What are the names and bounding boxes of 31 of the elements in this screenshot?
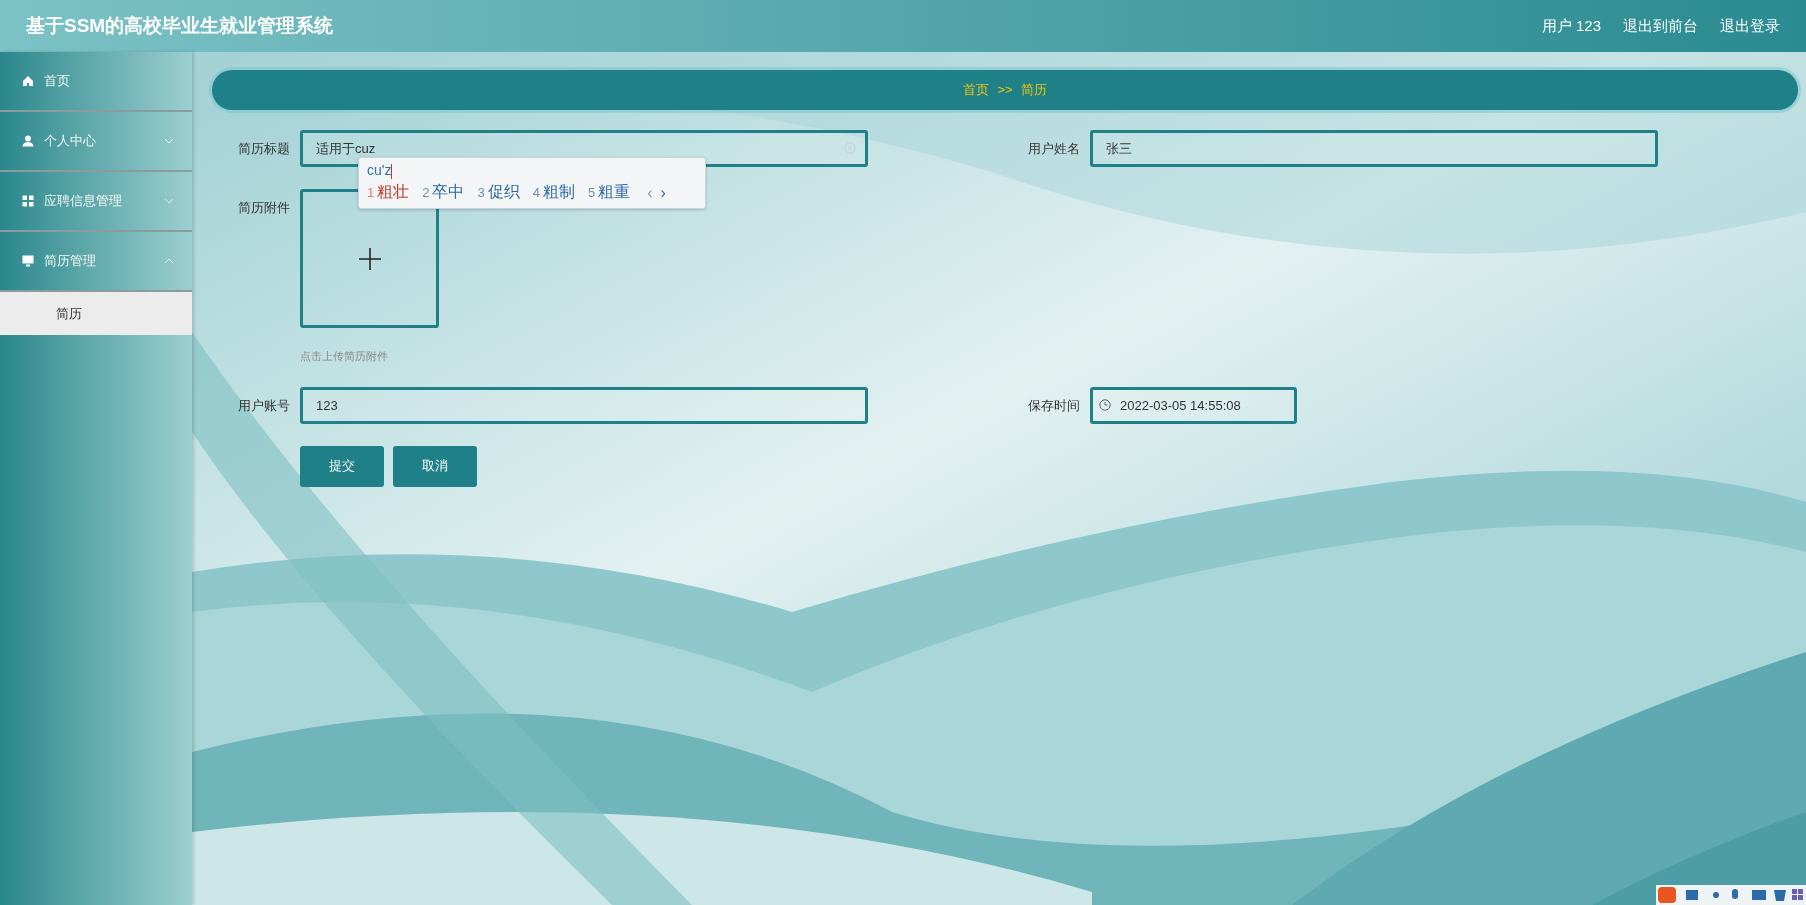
home-icon (22, 75, 34, 87)
field-label: 简历附件 (237, 199, 290, 217)
ime-candidate[interactable]: 4 粗制 (532, 180, 575, 205)
logout-link[interactable]: 退出登录 (1720, 14, 1780, 38)
logout-link[interactable]: 退出到前台 (1623, 14, 1698, 38)
field-label: 用户姓名 (1027, 140, 1080, 158)
ime-candidate[interactable]: 5 粗重 (587, 180, 631, 205)
ime-candidate[interactable]: 3 促织 (477, 180, 520, 205)
user-link[interactable]: 用户 123 (1541, 14, 1601, 38)
breadcrumb-item[interactable]: 简历 (1020, 80, 1047, 100)
next-page-arrow[interactable]: › (660, 180, 666, 205)
field-label: 简历标题 (237, 140, 290, 158)
datetime-field[interactable]: 2022-03-05 14:55:08 (1090, 386, 1297, 424)
grid-icon (22, 195, 34, 207)
input-field[interactable]: 张三 (1090, 130, 1658, 167)
app-title: 基于SSM的高校毕业生就业管理系统 (26, 13, 334, 38)
ime-candidate[interactable]: 2 卒中 (422, 180, 465, 205)
breadcrumb-separator: >> (997, 81, 1013, 100)
field-label: 保存时间 (1027, 396, 1080, 415)
user-icon (22, 135, 34, 147)
cancel-button[interactable]: 取消 (393, 445, 477, 487)
ime-candidate[interactable]: 1 粗壮 (367, 180, 410, 205)
breadcrumb-item[interactable]: 首页 (963, 80, 990, 100)
field-label: 用户账号 (237, 396, 290, 415)
input-field[interactable]: 123 (300, 386, 868, 424)
plus-icon (358, 247, 381, 270)
sidebar-subitem[interactable]: 简历 (0, 292, 192, 335)
clock-icon (1099, 398, 1111, 411)
upload-hint: 点击上传简历附件 (300, 349, 389, 364)
monitor-icon (22, 255, 34, 267)
submit-button[interactable]: 提交 (300, 445, 384, 487)
